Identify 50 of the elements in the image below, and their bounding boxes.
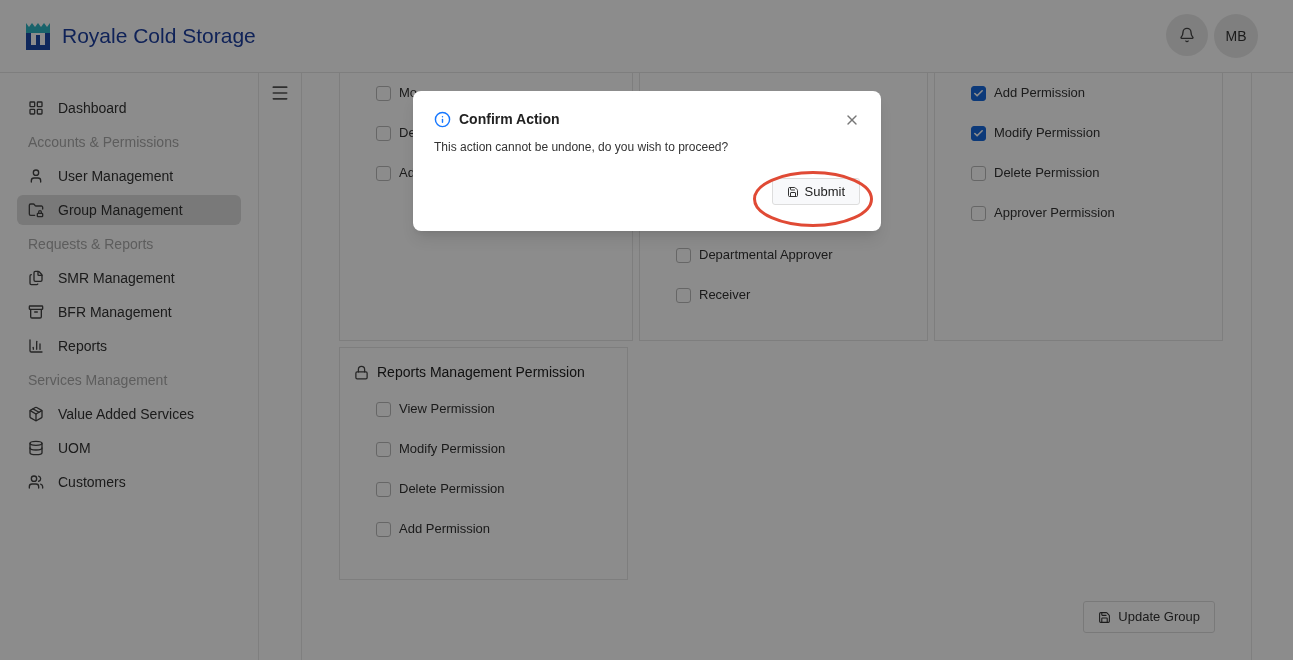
users-icon [28, 474, 44, 490]
checkbox-label: Add Permission [399, 520, 491, 539]
checkbox[interactable] [376, 481, 391, 497]
save-icon [1098, 610, 1112, 624]
checkbox[interactable] [971, 205, 986, 221]
bar-chart-icon [28, 338, 44, 354]
checkbox-label: Delete Permission [399, 480, 505, 499]
submit-button[interactable]: Submit [771, 178, 860, 205]
checkbox-label: Delete Permission [994, 164, 1100, 183]
checkbox[interactable] [676, 287, 691, 303]
info-icon [434, 111, 451, 128]
sidebar-item[interactable]: Group Management [17, 195, 241, 225]
check-icon [973, 127, 984, 139]
brand-name: Royale Cold Storage [62, 23, 256, 50]
database-icon [28, 440, 44, 456]
avatar[interactable]: MB [1214, 14, 1258, 58]
card-title: Reports Management Permission [377, 363, 585, 382]
dialog-message: This action cannot be undone, do you wish to proceed? [434, 139, 730, 156]
checkbox-label: Modify Permission [399, 440, 506, 459]
checkbox[interactable] [971, 165, 986, 181]
checkbox[interactable] [376, 165, 391, 181]
checkbox-label: View Permission [399, 400, 495, 419]
checkbox-label: Modify Permission [994, 124, 1101, 143]
user-icon [28, 168, 44, 184]
checkbox-label: Add Permission [994, 84, 1086, 103]
checkbox[interactable] [676, 247, 691, 263]
update-group-button[interactable]: Update Group [1083, 601, 1215, 633]
checkbox[interactable] [376, 85, 391, 101]
bell-icon [1179, 27, 1195, 43]
menu-icon[interactable] [270, 83, 290, 103]
grid-icon [28, 100, 44, 116]
check-icon [973, 87, 984, 99]
checkbox-label: Receiver [699, 286, 751, 305]
dialog-title: Confirm Action [459, 110, 560, 129]
checkbox[interactable] [376, 401, 391, 417]
checkbox[interactable] [376, 441, 391, 457]
archive-icon [28, 304, 44, 320]
files-icon [28, 270, 44, 286]
checkbox[interactable] [971, 85, 986, 101]
logo-icon [24, 21, 52, 51]
checkbox-label: Approver Permission [994, 204, 1115, 223]
save-icon [786, 185, 799, 198]
notifications-button[interactable] [1166, 14, 1208, 56]
package-icon [28, 406, 44, 422]
lock-icon [354, 365, 369, 380]
folder-lock-icon [28, 202, 44, 218]
checkbox[interactable] [376, 521, 391, 537]
checkbox[interactable] [971, 125, 986, 141]
checkbox[interactable] [376, 125, 391, 141]
checkbox-label: Departmental Approver [699, 246, 833, 265]
